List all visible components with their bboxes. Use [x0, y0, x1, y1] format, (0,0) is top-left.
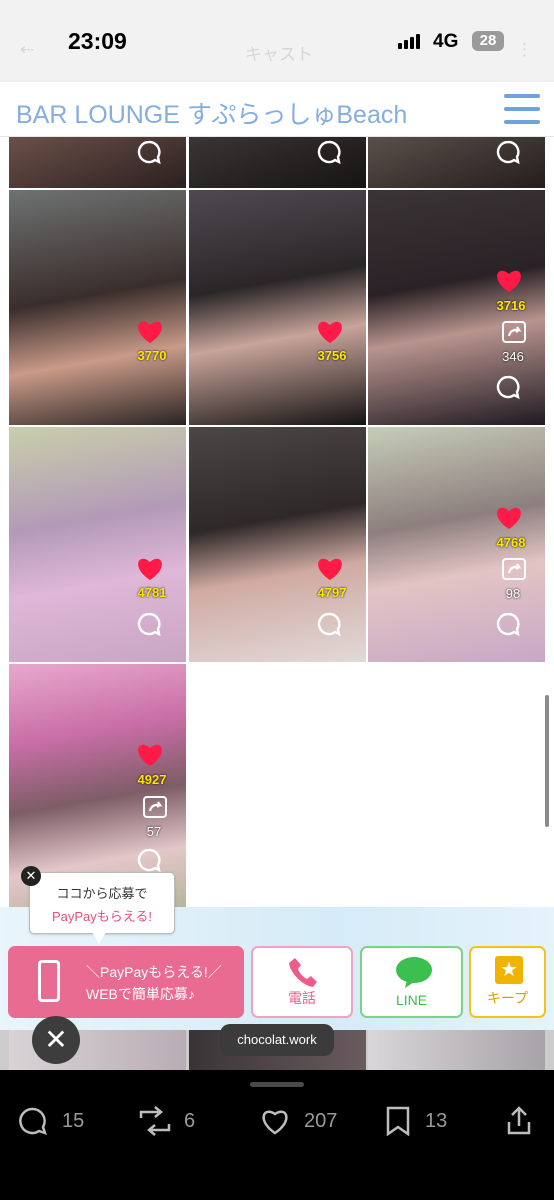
like-count: 207 [304, 1110, 338, 1132]
status-time: 23:09 [68, 28, 127, 54]
reply-count: 15 [62, 1110, 85, 1132]
like-icon[interactable] [259, 1106, 291, 1136]
site-title[interactable]: BAR LOUNGE すぷらっしゅBeach [16, 95, 407, 131]
bookmark-count: 13 [425, 1110, 448, 1132]
line-icon [396, 957, 432, 988]
post-tile[interactable]: 3756 [189, 190, 366, 425]
retweet-icon[interactable] [501, 320, 527, 344]
heart-icon[interactable] [136, 318, 164, 344]
line-button[interactable]: LINE [360, 946, 463, 1018]
post-action-bar: 15 6 207 13 [0, 1070, 554, 1200]
web-apply-button[interactable]: ＼PayPayもらえる!／ WEBで簡単応募♪ [8, 946, 244, 1018]
heart-icon[interactable] [136, 741, 164, 767]
comment-icon[interactable] [495, 374, 521, 400]
post-tile[interactable] [368, 137, 545, 188]
tooltip-arrow [92, 932, 106, 944]
like-count: 4927 [137, 772, 167, 787]
paypay-tooltip: ココから応募で PayPayもらえる! [29, 872, 175, 934]
post-tile[interactable] [189, 137, 366, 188]
retweet-icon[interactable] [138, 1106, 172, 1136]
status-bar: ⇠ 23:09 キャスト 4G 28 ⋮ [0, 0, 554, 82]
site-header: BAR LOUNGE すぷらっしゅBeach [0, 82, 554, 137]
faint-page-title: キャスト [245, 45, 313, 64]
keep-label: キープ [486, 990, 529, 1006]
source-label[interactable]: chocolat.work [220, 1024, 334, 1056]
bookmark-icon[interactable] [385, 1106, 411, 1136]
like-count: 3770 [137, 348, 167, 363]
like-count: 4797 [317, 585, 347, 600]
reply-icon[interactable] [18, 1106, 48, 1136]
post-tile[interactable]: 4768 98 [368, 427, 545, 662]
comment-icon[interactable] [316, 139, 342, 165]
battery-icon: 28 [472, 31, 504, 51]
like-count: 3756 [317, 348, 347, 363]
share-icon[interactable] [506, 1106, 532, 1136]
apply-line1: ＼PayPayもらえる!／ [86, 964, 222, 980]
comment-icon[interactable] [495, 611, 521, 637]
photo-grid: 3770 3756 3716 346 4781 4797 4768 98 492… [0, 137, 554, 907]
retweet-count: 57 [146, 824, 162, 839]
call-button[interactable]: 電話 [251, 946, 353, 1018]
heart-icon[interactable] [495, 504, 523, 530]
like-count: 4781 [137, 585, 167, 600]
heart-icon[interactable] [316, 318, 344, 344]
post-tile[interactable]: 4797 [189, 427, 366, 662]
comment-icon[interactable] [495, 139, 521, 165]
retweet-count: 98 [505, 586, 521, 601]
comment-icon[interactable] [136, 847, 162, 873]
tooltip-line2: PayPayもらえる! [51, 909, 153, 924]
smartphone-icon [38, 960, 60, 1002]
signal-icon [398, 33, 420, 49]
back-arrow-icon[interactable]: ⇠ [20, 40, 34, 60]
heart-icon[interactable] [495, 267, 523, 293]
comment-icon[interactable] [136, 611, 162, 637]
post-tile[interactable] [9, 137, 186, 188]
call-label: 電話 [288, 990, 316, 1006]
post-tile[interactable]: 3716 346 [368, 190, 545, 425]
network-type: 4G [433, 31, 459, 52]
keep-button[interactable]: ★ キープ [469, 946, 546, 1018]
tooltip-close-icon[interactable]: ✕ [21, 866, 41, 886]
post-tile[interactable]: 4781 [9, 427, 186, 662]
heart-icon[interactable] [316, 555, 344, 581]
like-count: 3716 [496, 298, 526, 313]
tooltip-line1: ココから応募で [56, 886, 148, 901]
retweet-icon[interactable] [501, 557, 527, 581]
star-icon: ★ [495, 956, 523, 984]
line-label: LINE [395, 992, 428, 1008]
apply-line2: WEBで簡単応募♪ [86, 986, 195, 1002]
more-icon[interactable]: ⋮ [516, 40, 533, 60]
comment-icon[interactable] [316, 611, 342, 637]
heart-icon[interactable] [136, 555, 164, 581]
post-tile[interactable]: 3770 [9, 190, 186, 425]
retweet-count: 6 [184, 1110, 196, 1132]
retweet-count: 346 [502, 349, 524, 364]
scrollbar[interactable] [545, 695, 549, 827]
comment-icon[interactable] [136, 139, 162, 165]
close-icon[interactable]: ✕ [32, 1016, 80, 1064]
hamburger-menu-icon[interactable] [504, 94, 540, 124]
phone-icon [289, 958, 317, 987]
retweet-icon[interactable] [142, 795, 168, 819]
home-indicator [250, 1082, 304, 1087]
like-count: 4768 [496, 535, 526, 550]
